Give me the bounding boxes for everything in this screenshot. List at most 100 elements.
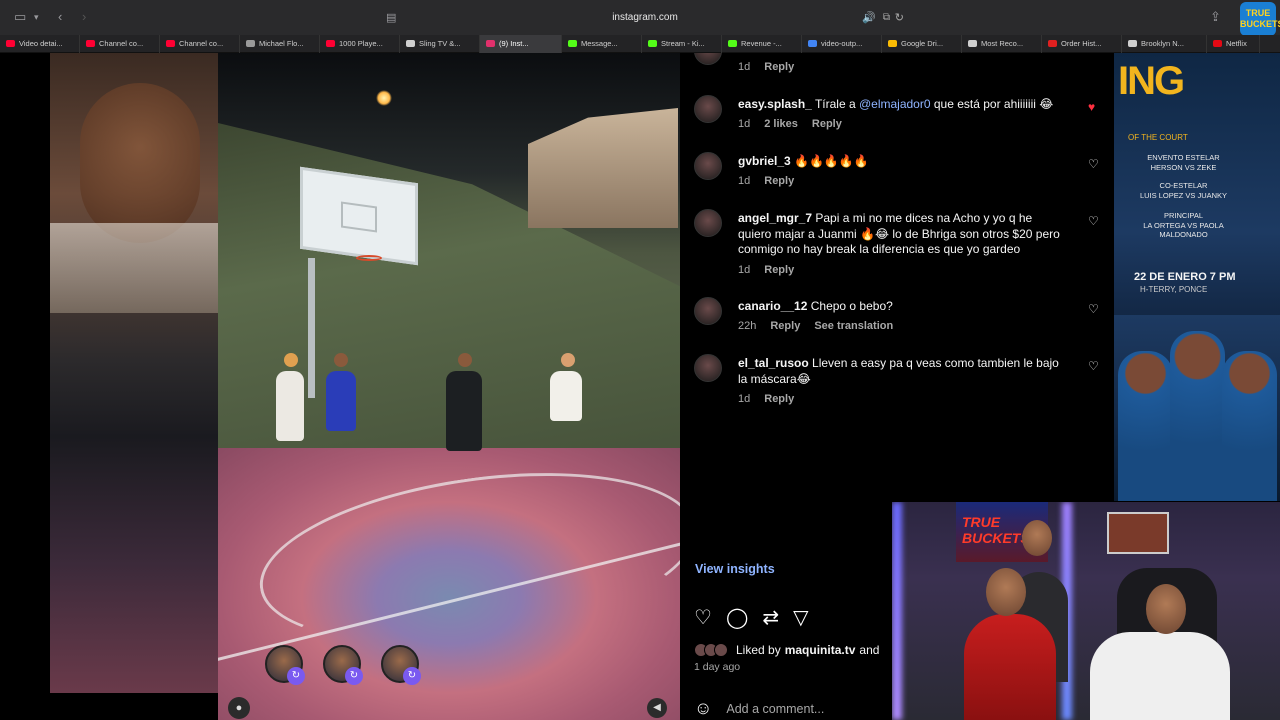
comment-username[interactable]: easy.splash_ [738, 97, 812, 111]
tab-favicon-icon [568, 40, 577, 47]
url-text: instagram.com [612, 12, 678, 23]
browser-tab[interactable]: Order Hist... [1042, 34, 1122, 53]
mention-link[interactable]: @elmajador0 [859, 97, 931, 111]
browser-tab[interactable]: Sling TV &... [400, 34, 480, 53]
heart-filled-icon[interactable]: ♥ [1088, 100, 1095, 114]
tab-favicon-icon [968, 40, 977, 47]
post-video[interactable] [218, 53, 680, 720]
liked-by-user-link[interactable]: maquinita.tv [785, 643, 856, 657]
address-bar[interactable]: ▤ instagram.com 🔊 ⧉ ↻ [380, 6, 910, 29]
comment-username[interactable]: canario__12 [738, 299, 807, 313]
heart-outline-icon[interactable]: ♡ [1088, 359, 1099, 373]
tab-label: video-outp... [821, 39, 863, 48]
collab-avatar[interactable]: ↻ [381, 645, 421, 685]
see-translation-link[interactable]: See translation [814, 320, 893, 332]
browser-tab[interactable]: Revenue -... [722, 34, 802, 53]
tab-label: (9) Inst... [499, 39, 529, 48]
comment-avatar[interactable] [694, 95, 722, 123]
tab-label: Google Dri... [901, 39, 944, 48]
share-arrows-icon[interactable]: ⇄ [762, 605, 779, 630]
comment-avatar[interactable] [694, 53, 722, 65]
tagged-users-icon[interactable]: ● [228, 697, 250, 719]
tab-label: Message... [581, 39, 618, 48]
page-settings-icon[interactable]: ▤ [386, 11, 396, 24]
browser-tab[interactable]: Netflix [1207, 34, 1260, 53]
translate-icon[interactable]: ⧉ [883, 12, 890, 23]
send-icon[interactable]: ▽ [793, 605, 808, 630]
emoji-icon[interactable]: ☺ [694, 698, 712, 719]
chevron-down-icon[interactable]: ▾ [34, 12, 39, 23]
comment-avatar[interactable] [694, 152, 722, 180]
browser-tab[interactable]: Michael Flo... [240, 34, 320, 53]
back-icon[interactable]: ‹ [58, 9, 62, 24]
background-poster: ING OF THE COURT ENVENTO ESTELAR HERSON … [1114, 53, 1280, 501]
comment-avatar[interactable] [694, 354, 722, 382]
browser-tab[interactable]: Brooklyn N... [1122, 34, 1207, 53]
liker-avatar [714, 643, 728, 657]
tab-label: Video detai... [19, 39, 63, 48]
comment-username[interactable]: el_tal_rusoo [738, 356, 809, 370]
browser-tab[interactable]: Stream - Ki... [642, 34, 722, 53]
comment-bubble-icon[interactable]: ◯ [726, 605, 748, 630]
browser-tab[interactable]: Most Reco... [962, 34, 1042, 53]
collab-avatar[interactable]: ↻ [265, 645, 305, 685]
browser-tab[interactable]: video-outp... [802, 34, 882, 53]
reply-link[interactable]: Reply [764, 264, 794, 276]
tab-label: Revenue -... [741, 39, 782, 48]
sidebar-toggle-icon[interactable]: ▭ [14, 9, 26, 25]
poster-date: 22 DE ENERO 7 PM [1134, 271, 1236, 283]
post-actions: ♡ ◯ ⇄ ▽ [694, 605, 808, 630]
browser-tab[interactable]: (9) Inst... [480, 34, 562, 53]
collab-avatar[interactable]: ↻ [323, 645, 363, 685]
browser-tab[interactable]: 1000 Playe... [320, 34, 400, 53]
tab-label: Netflix [1226, 39, 1247, 48]
reply-link[interactable]: Reply [764, 175, 794, 187]
collab-badge-icon: ↻ [403, 667, 421, 685]
browser-tab[interactable]: Message... [562, 34, 642, 53]
heart-outline-icon[interactable]: ♡ [1088, 302, 1099, 316]
tab-bar: Video detai... Channel co... Channel co...… [0, 34, 1280, 53]
comment-username[interactable]: gvbriel_3 [738, 154, 791, 168]
forward-icon[interactable]: › [82, 9, 86, 24]
tab-label: Most Reco... [981, 39, 1024, 48]
tab-favicon-icon [1128, 40, 1137, 47]
browser-tab[interactable]: Google Dri... [882, 34, 962, 53]
tab-label: Sling TV &... [419, 39, 461, 48]
add-comment-input[interactable]: Add a comment... [726, 702, 824, 716]
browser-toolbar: ▭ ▾ ‹ › ▤ instagram.com 🔊 ⧉ ↻ ⇪ [0, 0, 1280, 35]
person-red-jersey [964, 614, 1056, 720]
audio-playing-icon[interactable]: 🔊 [862, 11, 876, 24]
mute-icon[interactable]: ◀ [647, 698, 667, 718]
reply-link[interactable]: Reply [812, 118, 842, 130]
browser-tab[interactable]: Video detai... [0, 34, 80, 53]
add-comment-bar[interactable]: ☺ Add a comment... [694, 698, 824, 719]
reply-link[interactable]: Reply [764, 61, 794, 73]
view-insights-link[interactable]: View insights [695, 562, 775, 576]
comment-meta: 22h Reply See translation [738, 320, 894, 332]
hoop-rim [356, 255, 382, 261]
like-heart-icon[interactable]: ♡ [694, 605, 712, 630]
background-face [80, 83, 200, 243]
browser-tab[interactable]: Channel co... [160, 34, 240, 53]
browser-tab[interactable]: Channel co... [80, 34, 160, 53]
share-icon[interactable]: ⇪ [1210, 9, 1221, 25]
person-white-shirt [1090, 632, 1230, 720]
heart-outline-icon[interactable]: ♡ [1088, 157, 1099, 171]
player [446, 371, 482, 451]
comment-avatar[interactable] [694, 209, 722, 237]
video-light [376, 90, 392, 106]
comment-avatar[interactable] [694, 297, 722, 325]
likes-count-link[interactable]: 2 likes [764, 118, 798, 130]
tab-favicon-icon [888, 40, 897, 47]
heart-outline-icon[interactable]: ♡ [1088, 214, 1099, 228]
tab-favicon-icon [326, 40, 335, 47]
player [550, 371, 582, 421]
comment-username[interactable]: angel_mgr_7 [738, 211, 812, 225]
reply-link[interactable]: Reply [764, 393, 794, 405]
poster-players [1114, 315, 1280, 501]
reply-link[interactable]: Reply [770, 320, 800, 332]
collab-badge-icon: ↻ [287, 667, 305, 685]
comment-meta: 1d 2 likes Reply [738, 118, 842, 130]
tab-favicon-icon [246, 40, 255, 47]
reload-icon[interactable]: ↻ [895, 11, 904, 24]
